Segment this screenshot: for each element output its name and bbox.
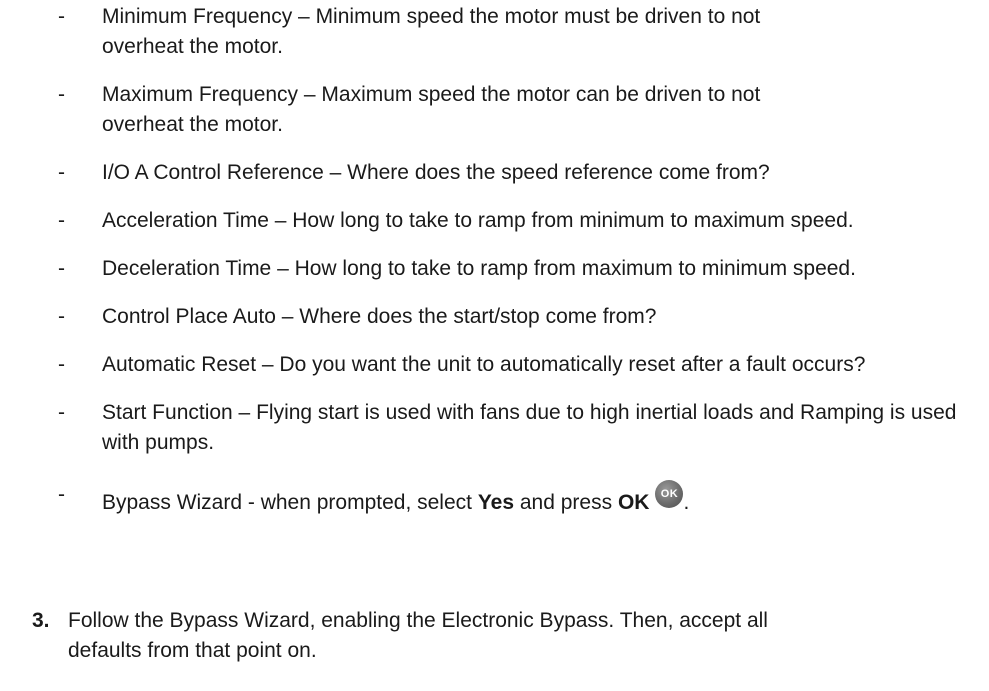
list-item-text: Automatic Reset – Do you want the unit t… (102, 353, 866, 376)
bullet-dash: - (58, 83, 65, 106)
wizard-middle-text: and press (514, 491, 618, 514)
list-item-text: I/O A Control Reference – Where does the… (102, 161, 770, 184)
list-item-maximum-frequency: - Maximum Frequency – Maximum speed the … (58, 80, 978, 140)
step-number: 3. (32, 609, 50, 632)
bullet-dash: - (58, 209, 65, 232)
parameter-list: - Minimum Frequency – Minimum speed the … (58, 0, 978, 518)
list-item-bypass-wizard: - Bypass Wizard - when prompted, select … (58, 480, 978, 518)
bullet-dash: - (58, 353, 65, 376)
yes-keyword: Yes (477, 491, 515, 514)
bullet-dash: - (58, 257, 65, 280)
list-item-text: Deceleration Time – How long to take to … (102, 257, 856, 280)
bullet-dash: - (58, 483, 65, 506)
step-3: 3. Follow the Bypass Wizard, enabling th… (32, 606, 972, 666)
list-item-text: Acceleration Time – How long to take to … (102, 209, 854, 232)
list-item-start-function: - Start Function – Flying start is used … (58, 398, 978, 458)
list-item-automatic-reset: - Automatic Reset – Do you want the unit… (58, 350, 978, 380)
list-item-minimum-frequency: - Minimum Frequency – Minimum speed the … (58, 2, 978, 62)
wizard-prefix-text: Bypass Wizard - when prompted, select (102, 491, 478, 514)
list-item-text: Start Function – Flying start is used wi… (102, 401, 957, 454)
list-item-text: Minimum Frequency – Minimum speed the mo… (102, 5, 761, 58)
step-text: Follow the Bypass Wizard, enabling the E… (68, 609, 768, 662)
list-item-text: Maximum Frequency – Maximum speed the mo… (102, 83, 761, 136)
ok-button-icon: OK (655, 480, 684, 508)
list-item-deceleration-time: - Deceleration Time – How long to take t… (58, 254, 978, 284)
list-item-acceleration-time: - Acceleration Time – How long to take t… (58, 206, 978, 236)
bullet-dash: - (58, 305, 65, 328)
document-page: - Minimum Frequency – Minimum speed the … (0, 0, 989, 691)
bullet-dash: - (58, 5, 65, 28)
list-item-control-place-auto: - Control Place Auto – Where does the st… (58, 302, 978, 332)
bullet-dash: - (58, 161, 65, 184)
list-item-text: Control Place Auto – Where does the star… (102, 305, 657, 328)
list-item-io-a-control-reference: - I/O A Control Reference – Where does t… (58, 158, 978, 188)
wizard-suffix-text: . (683, 491, 690, 514)
ok-keyword: OK (617, 491, 650, 514)
bullet-dash: - (58, 401, 65, 424)
list-item-text: Bypass Wizard - when prompted, select Ye… (102, 480, 962, 518)
